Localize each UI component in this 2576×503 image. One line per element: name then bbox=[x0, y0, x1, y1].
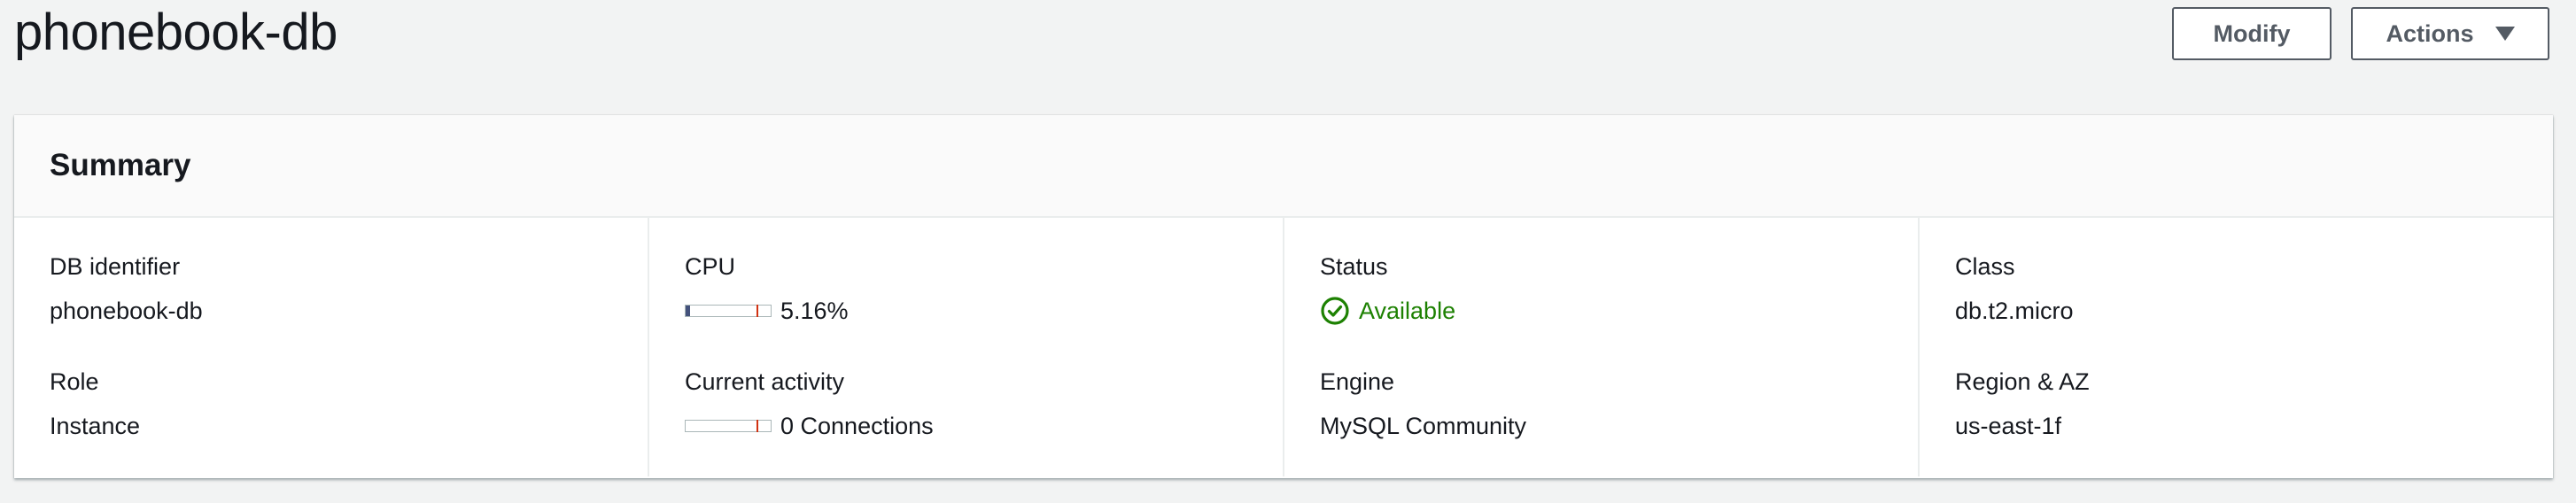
role-value: Instance bbox=[50, 413, 141, 439]
current-activity-value: 0 Connections bbox=[780, 413, 934, 439]
engine-label: Engine bbox=[1320, 368, 1395, 395]
modify-button[interactable]: Modify bbox=[2172, 7, 2332, 60]
status-value: Available bbox=[1359, 298, 1456, 324]
region-az-label: Region & AZ bbox=[1955, 368, 2090, 395]
summary-title: Summary bbox=[50, 148, 191, 182]
class-field: Class db.t2.micro bbox=[1955, 252, 2535, 326]
engine-value: MySQL Community bbox=[1320, 413, 1527, 439]
region-az-value: us-east-1f bbox=[1955, 413, 2062, 439]
db-identifier-field: DB identifier phonebook-db bbox=[50, 252, 630, 326]
current-activity-value-row: 0 Connections bbox=[685, 411, 1265, 441]
caret-down-icon bbox=[2495, 27, 2515, 41]
engine-field: Engine MySQL Community bbox=[1320, 367, 1900, 441]
status-value-row: Available bbox=[1320, 296, 1900, 326]
connections-meter-threshold bbox=[757, 420, 758, 432]
class-label: Class bbox=[1955, 253, 2015, 280]
role-label: Role bbox=[50, 368, 99, 395]
db-identifier-value: phonebook-db bbox=[50, 298, 203, 324]
summary-column-class: Class db.t2.micro Region & AZ us-east-1f bbox=[1918, 218, 2553, 476]
cpu-meter-fill bbox=[686, 306, 690, 316]
role-field: Role Instance bbox=[50, 367, 630, 441]
cpu-meter-threshold bbox=[757, 305, 758, 317]
summary-card: Summary DB identifier phonebook-db Role … bbox=[14, 115, 2553, 478]
cpu-value-row: 5.16% bbox=[685, 296, 1265, 326]
summary-column-status: Status Available Engine MySQL Community bbox=[1283, 218, 1918, 476]
page-title: phonebook-db bbox=[14, 4, 338, 61]
current-activity-label: Current activity bbox=[685, 368, 845, 395]
cpu-label: CPU bbox=[685, 253, 736, 280]
summary-card-body: DB identifier phonebook-db Role Instance… bbox=[14, 218, 2553, 476]
actions-button[interactable]: Actions bbox=[2351, 7, 2549, 60]
db-identifier-label: DB identifier bbox=[50, 253, 181, 280]
class-value: db.t2.micro bbox=[1955, 298, 2074, 324]
check-circle-icon bbox=[1321, 297, 1349, 325]
summary-column-identity: DB identifier phonebook-db Role Instance bbox=[14, 218, 648, 476]
status-field: Status Available bbox=[1320, 252, 1900, 326]
connections-meter bbox=[685, 420, 772, 432]
page-header: phonebook-db Modify Actions bbox=[0, 0, 2576, 97]
cpu-meter bbox=[685, 305, 772, 317]
summary-column-metrics: CPU 5.16% Current activity 0 Connections bbox=[648, 218, 1283, 476]
region-az-field: Region & AZ us-east-1f bbox=[1955, 367, 2535, 441]
cpu-field: CPU 5.16% bbox=[685, 252, 1265, 326]
summary-card-header: Summary bbox=[14, 115, 2553, 218]
current-activity-field: Current activity 0 Connections bbox=[685, 367, 1265, 441]
status-label: Status bbox=[1320, 253, 1388, 280]
cpu-value: 5.16% bbox=[780, 298, 849, 324]
header-actions: Modify Actions bbox=[2172, 7, 2549, 60]
actions-button-label: Actions bbox=[2386, 19, 2474, 47]
